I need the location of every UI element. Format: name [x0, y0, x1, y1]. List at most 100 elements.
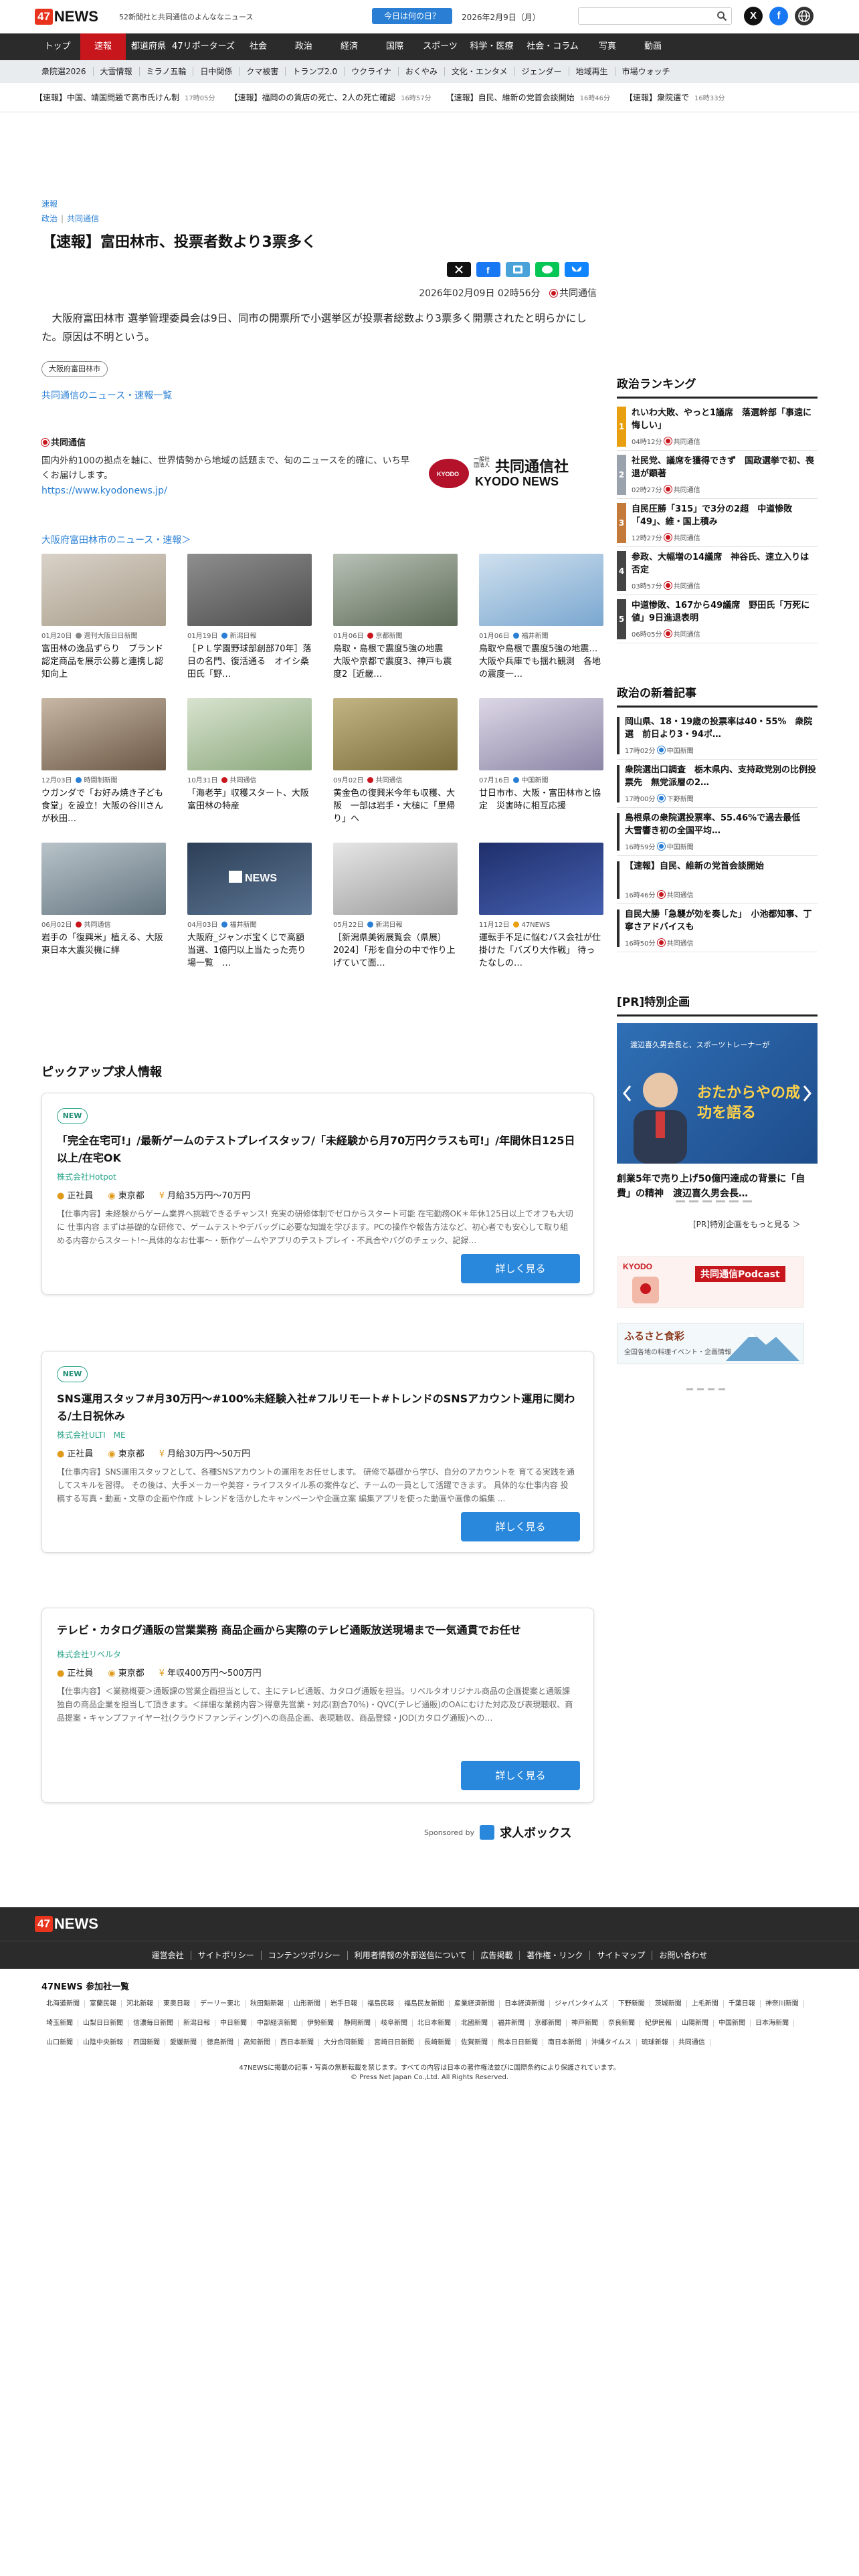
job-card[interactable]: テレビ・カタログ通販の営業業務 商品企画から実際のテレビ通販放送現場まで一気通貫… — [41, 1608, 594, 1803]
news-thumbnail[interactable] — [479, 554, 603, 626]
news-card[interactable]: 01月19日 新潟日報 ［ＰＬ学園野球部創部70年］落日の名門、復活通る オイシ桑田… — [187, 554, 312, 681]
member-link[interactable]: 日本経済新聞 — [500, 1996, 550, 2008]
share-line-icon[interactable] — [535, 262, 559, 277]
member-link[interactable]: 東奥日報 — [159, 1996, 195, 2008]
nav-item[interactable]: 写真 — [585, 33, 630, 60]
footer-link[interactable]: 広告掲載 — [474, 1950, 520, 1960]
nav-item[interactable]: 社会 — [235, 33, 281, 60]
nav-item[interactable]: 科学・医療 — [463, 33, 520, 60]
news-thumbnail[interactable]: NEWS — [187, 843, 312, 915]
ticker-item[interactable]: 【速報】自民、維新の党首会談開始 16時46分 — [446, 92, 610, 103]
nav-item[interactable]: 動画 — [630, 33, 676, 60]
member-link[interactable]: 神奈川新聞 — [760, 1996, 804, 2008]
share-hatena-icon[interactable] — [506, 262, 530, 277]
latest-title[interactable]: 自民大勝「急襲が効を奏した」 小池都知事、丁寧さアドバイスも — [625, 908, 816, 934]
subnav-item[interactable]: 日中関係 — [193, 67, 240, 76]
globe-icon[interactable] — [795, 7, 814, 25]
ranking-item[interactable]: 2 社民党、議席を獲得できず 国政選挙で初、喪退が顕著 02時27分 共同通信 — [617, 451, 818, 499]
member-link[interactable]: 室蘭民報 — [85, 1996, 122, 2008]
carousel-dot[interactable] — [743, 1200, 752, 1202]
news-thumbnail[interactable] — [187, 698, 312, 770]
news-card-title[interactable]: 運転手不足に悩むバス会社が仕掛けた「バズり大作戦」 待ったなしの… — [479, 932, 603, 970]
kyodo-url-link[interactable]: https://www.kyodonews.jp/ — [41, 486, 167, 496]
member-link[interactable]: 福島民友新聞 — [399, 1996, 450, 2008]
ticker-item[interactable]: 【速報】衆院選で 16時33分 — [625, 92, 725, 103]
sponsor-name[interactable]: 求人ボックス — [500, 1824, 571, 1841]
member-link[interactable]: 茨城新聞 — [650, 1996, 687, 2008]
job-detail-button[interactable]: 詳しく見る — [461, 1254, 580, 1283]
footer-logo[interactable]: 47 NEWS — [35, 1914, 98, 1934]
nav-item[interactable]: トップ — [35, 33, 80, 60]
news-thumbnail[interactable] — [333, 698, 458, 770]
member-link[interactable]: 福井新聞 — [493, 2015, 530, 2028]
job-detail-button[interactable]: 詳しく見る — [461, 1512, 580, 1541]
member-link[interactable]: 中日新聞 — [215, 2015, 252, 2028]
member-link[interactable]: 千葉日報 — [723, 1996, 761, 2008]
member-link[interactable]: 京都新聞 — [530, 2015, 567, 2028]
member-link[interactable]: 山口新聞 — [41, 2034, 78, 2047]
member-link[interactable]: 宮崎日日新聞 — [369, 2034, 419, 2047]
member-link[interactable]: 新潟日報 — [179, 2015, 215, 2028]
nav-item[interactable]: 都道府県 — [126, 33, 171, 60]
nav-item[interactable]: 経済 — [326, 33, 372, 60]
ranking-item[interactable]: 1 れいわ大敗、やっと1議席 落選幹部「事遠に悔しい」 04時12分 共同通信 — [617, 403, 818, 451]
latest-item[interactable]: 自民大勝「急襲が効を奏した」 小池都知事、丁寧さアドバイスも 16時50分 共同通… — [617, 904, 818, 952]
podcast-banner[interactable]: KYODO 共同通信Podcast — [617, 1256, 804, 1308]
footer-link[interactable]: 運営会社 — [145, 1950, 191, 1960]
member-link[interactable]: 産業経済新聞 — [450, 1996, 500, 2008]
latest-item[interactable]: 岡山県、18・19歳の投票率は40・55% 衆院選 前日より3・94ポ… 17時0… — [617, 712, 818, 760]
member-link[interactable]: 山梨日日新聞 — [78, 2015, 128, 2028]
news-thumbnail[interactable] — [333, 843, 458, 915]
member-link[interactable]: 中国新聞 — [714, 2015, 751, 2028]
carousel-dot[interactable] — [676, 1200, 685, 1202]
news-card[interactable]: 06月02日 共同通信 岩手の「復興米」植える、大阪 東日本大震災機に絆 — [41, 843, 166, 970]
ranking-item[interactable]: 3 自民圧勝「315」で3分の2超 中道惨敗「49」、維・国上積み 12時27分 共… — [617, 499, 818, 547]
latest-title[interactable]: 島根県の衆院選投票率、55.46%で過去最低 大雪響き初の全国平均… — [625, 812, 816, 837]
furusato-banner[interactable]: ふるさと食彩 全国各地の料理イベント・企画情報 — [617, 1323, 804, 1364]
member-link[interactable]: 南日本新聞 — [543, 2034, 587, 2047]
ranking-title[interactable]: 中道惨敗、167から49議席 野田氏「万死に値」9日進退表明 — [632, 599, 816, 625]
subnav-item[interactable]: 市場ウォッチ — [615, 67, 677, 76]
member-link[interactable]: 琉球新報 — [636, 2034, 674, 2047]
member-link[interactable]: 四国新聞 — [128, 2034, 165, 2047]
member-link[interactable]: 山形新聞 — [289, 1996, 326, 2008]
nav-item[interactable]: スポーツ — [417, 33, 463, 60]
member-link[interactable]: 共同通信 — [673, 2034, 710, 2047]
job-title[interactable]: 「完全在宅可!」/最新ゲームのテストプレイスタッフ/「未経験から月70万円クラス… — [57, 1132, 579, 1167]
member-link[interactable]: 下野新聞 — [613, 1996, 650, 2008]
facebook-icon[interactable]: f — [769, 7, 788, 25]
news-card-title[interactable]: 鳥取や島根で震度5強の地震…大阪や兵庫でも揺れ観測 各地の震度一… — [479, 643, 603, 681]
news-card-title[interactable]: 岩手の「復興米」植える、大阪 東日本大震災機に絆 — [41, 932, 166, 970]
latest-item[interactable]: 【速報】自民、維新の党首会談開始 16時46分 共同通信 — [617, 856, 818, 904]
topic-tag[interactable]: 大阪府富田林市 — [41, 361, 108, 377]
member-link[interactable]: ジャパンタイムズ — [550, 1996, 613, 2008]
news-card[interactable]: 01月06日 京都新聞 鳥取・島根で震度5強の地震 大阪や京都で震度3、神戸も震度2… — [333, 554, 458, 681]
member-link[interactable]: 岩手日報 — [326, 1996, 363, 2008]
member-link[interactable]: 熊本日日新聞 — [493, 2034, 543, 2047]
news-card[interactable]: 12月03日 時間制新聞 ウガンダで「お好み焼き子ども食堂」を設立！大阪の谷川さんが… — [41, 698, 166, 825]
member-link[interactable]: 北日本新聞 — [413, 2015, 456, 2028]
member-link[interactable]: 信濃毎日新聞 — [128, 2015, 179, 2028]
subnav-item[interactable]: ミラノ五輪 — [140, 67, 194, 76]
news-card[interactable]: NEWS 04月03日 福井新聞 大阪府_ジャンボ宝くじで高額当選、1億円以上当たった… — [187, 843, 312, 970]
footer-link[interactable]: 利用者情報の外部送信について — [348, 1950, 474, 1960]
share-x-icon[interactable] — [447, 262, 471, 277]
ranking-title[interactable]: 参政、大幅増の14議席 神谷氏、速立入りは否定 — [632, 551, 816, 576]
subnav-item[interactable]: 衆院選2026 — [35, 67, 94, 76]
pr-more-link[interactable]: [PR]特別企画をもっと見る ＞ — [693, 1218, 801, 1230]
member-link[interactable]: 佐賀新聞 — [456, 2034, 493, 2047]
member-link[interactable]: 静岡新聞 — [339, 2015, 376, 2028]
footer-link[interactable]: サイトマップ — [590, 1950, 653, 1960]
member-link[interactable]: 岐阜新聞 — [376, 2015, 413, 2028]
member-link[interactable]: 北海道新聞 — [41, 1996, 85, 2008]
share-facebook-icon[interactable]: f — [476, 262, 500, 277]
ranking-title[interactable]: れいわ大敗、やっと1議席 落選幹部「事遠に悔しい」 — [632, 407, 816, 432]
carousel-dot[interactable] — [729, 1200, 739, 1202]
footer-link[interactable]: お問い合わせ — [652, 1951, 714, 1960]
footer-link[interactable]: コンテンツポリシー — [262, 1950, 348, 1960]
job-card[interactable]: NEW 「完全在宅可!」/最新ゲームのテストプレイスタッフ/「未経験から月70万… — [41, 1093, 594, 1295]
member-link[interactable]: 伊勢新聞 — [302, 2015, 339, 2028]
search-icon[interactable] — [717, 11, 727, 21]
carousel-prev-icon[interactable] — [621, 1083, 634, 1103]
member-link[interactable]: 山陽新聞 — [677, 2015, 714, 2028]
